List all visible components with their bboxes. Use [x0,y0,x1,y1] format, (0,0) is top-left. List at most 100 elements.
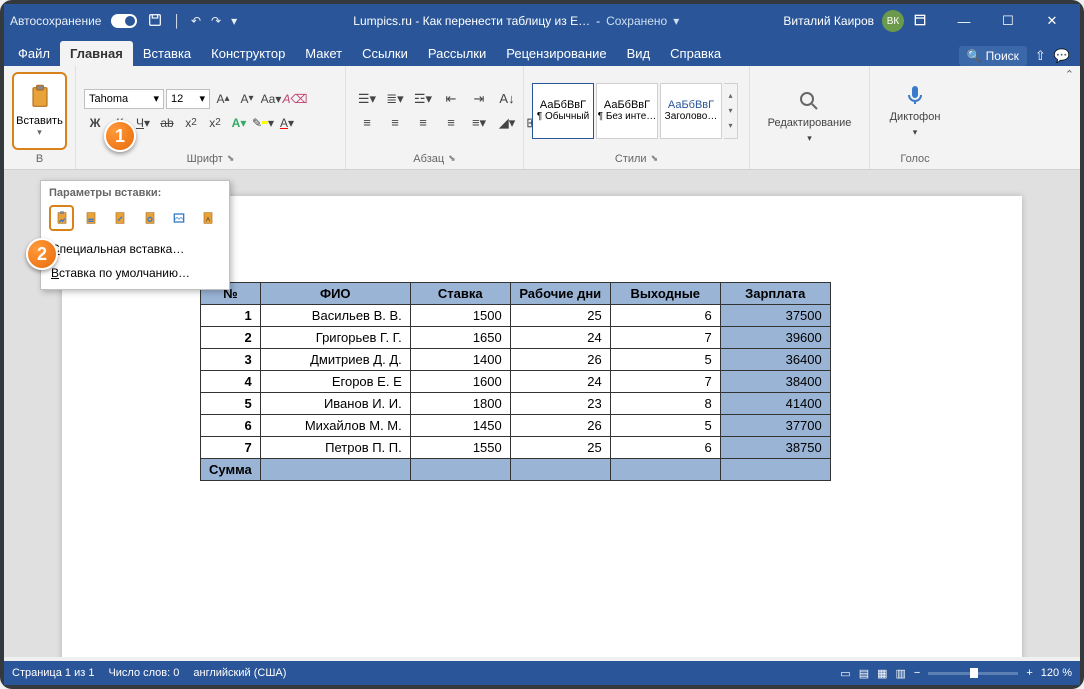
tab-file[interactable]: Файл [8,41,60,66]
tab-home[interactable]: Главная [60,41,133,66]
table-row: 4Егоров Е. Е160024738400 [201,371,831,393]
collapse-ribbon-icon[interactable]: ⌃ [1065,68,1074,81]
paste-picture-icon[interactable] [166,205,191,231]
multilevel-icon[interactable]: ☲▾ [410,89,436,109]
close-button[interactable]: ✕ [1030,4,1074,38]
avatar[interactable]: ВК [882,10,904,32]
styles-more-icon[interactable]: ▴▾▾ [724,83,738,139]
styles-dialog-launcher-icon[interactable]: ⬊ [651,153,659,165]
web-layout-icon[interactable]: ▥ [896,667,906,680]
paste-link-dest-icon[interactable] [137,205,162,231]
qat-customize-icon[interactable]: ▾ [231,14,237,28]
th-days: Рабочие дни [510,283,610,305]
share-icon[interactable]: ⇧ [1035,48,1046,64]
maximize-button[interactable]: ☐ [986,4,1030,38]
paste-label: Вставить [16,115,63,127]
shading-icon[interactable]: ◢▾ [494,113,520,133]
focus-mode-icon[interactable]: ▭ [840,667,850,680]
dictate-button[interactable]: Диктофон ▾ [884,79,947,142]
font-dialog-launcher-icon[interactable]: ⬊ [227,153,235,165]
callout-2: 2 [26,238,58,270]
text-effects-icon[interactable]: A▾ [228,113,250,133]
print-layout-icon[interactable]: ▦ [877,667,887,680]
grow-font-icon[interactable]: A▴ [212,89,234,109]
data-table: № ФИО Ставка Рабочие дни Выходные Зарпла… [200,282,831,481]
undo-icon[interactable]: ↶ [191,14,201,28]
highlight-icon[interactable]: ✎▾ [252,113,274,133]
font-color-icon[interactable]: A▾ [276,113,298,133]
styles-gallery[interactable]: АаБбВвГ¶ Обычный АаБбВвГ¶ Без инте… АаБб… [532,83,738,139]
save-icon[interactable] [147,12,163,31]
tab-view[interactable]: Вид [617,41,661,66]
zoom-in-icon[interactable]: + [1026,667,1032,679]
editing-button[interactable]: Редактирование ▾ [762,85,858,148]
comments-icon[interactable]: 💬 [1054,48,1070,64]
save-status: Сохранено [606,14,667,28]
numbering-icon[interactable]: ≣▾ [382,89,408,109]
tab-design[interactable]: Конструктор [201,41,295,66]
paste-link-source-icon[interactable] [108,205,133,231]
align-right-icon[interactable]: ≡ [410,113,436,133]
superscript-icon[interactable]: x2 [204,113,226,133]
status-language[interactable]: английский (США) [193,667,286,679]
paste-special-item[interactable]: ССпециальная вставка…пециальная вставка… [41,237,229,261]
subscript-icon[interactable]: x2 [180,113,202,133]
paste-keep-source-icon[interactable] [49,205,74,231]
ribbon: Вставить ▾ В Tahoma▾ 12▾ A▴ A▾ Aa▾ A⌫ Ж … [4,66,1080,170]
increase-indent-icon[interactable]: ⇥ [466,89,492,109]
read-mode-icon[interactable]: ▤ [859,667,869,680]
table-row: 6Михайлов М. М.145026537700 [201,415,831,437]
tab-help[interactable]: Справка [660,41,731,66]
font-size-combo[interactable]: 12▾ [166,89,210,109]
bold-icon[interactable]: Ж [84,113,106,133]
zoom-level[interactable]: 120 % [1041,667,1072,679]
justify-icon[interactable]: ≡ [438,113,464,133]
sort-icon[interactable]: A↓ [494,89,520,109]
align-left-icon[interactable]: ≡ [354,113,380,133]
minimize-button[interactable]: — [942,4,986,38]
paragraph-group-label: Абзац [413,153,444,165]
change-case-icon[interactable]: Aa▾ [260,89,282,109]
paste-use-dest-styles-icon[interactable] [78,205,103,231]
decrease-indent-icon[interactable]: ⇤ [438,89,464,109]
paragraph-dialog-launcher-icon[interactable]: ⬊ [448,153,456,165]
zoom-out-icon[interactable]: − [914,667,920,679]
voice-group-label: Голос [900,153,929,165]
clear-formatting-icon[interactable]: A⌫ [284,89,306,109]
line-spacing-icon[interactable]: ≡▾ [466,113,492,133]
status-page[interactable]: Страница 1 из 1 [12,667,94,679]
title-bar: Автосохранение │ ↶ ↷ ▾ Lumpics.ru - Как … [4,4,1080,38]
qat-divider: │ [173,14,181,28]
shrink-font-icon[interactable]: A▾ [236,89,258,109]
redo-icon[interactable]: ↷ [211,14,221,28]
status-bar: Страница 1 из 1 Число слов: 0 английский… [4,661,1080,685]
paste-text-only-icon[interactable]: A [196,205,221,231]
tab-references[interactable]: Ссылки [352,41,418,66]
th-rate: Ставка [410,283,510,305]
tab-review[interactable]: Рецензирование [496,41,616,66]
underline-icon[interactable]: Ч▾ [132,113,154,133]
paste-default-item[interactable]: ВВставка по умолчанию…ставка по умолчани… [41,261,229,285]
autosave-label: Автосохранение [10,14,101,28]
th-salary: Зарплата [720,283,830,305]
ribbon-options-icon[interactable] [912,12,928,31]
bullets-icon[interactable]: ☰▾ [354,89,380,109]
zoom-slider[interactable] [928,672,1018,675]
strikethrough-icon[interactable]: ab [156,113,178,133]
callout-1: 1 [104,120,136,152]
align-center-icon[interactable]: ≡ [382,113,408,133]
search-label: Поиск [986,49,1019,63]
search-box[interactable]: 🔍 Поиск [959,46,1027,66]
chevron-down-icon: ▾ [37,127,42,138]
autosave-toggle[interactable] [111,14,137,28]
style-normal[interactable]: АаБбВвГ¶ Обычный [532,83,594,139]
font-name-combo[interactable]: Tahoma▾ [84,89,164,109]
dictate-label: Диктофон [890,111,941,123]
style-heading1[interactable]: АаБбВвГЗаголово… [660,83,722,139]
tab-mailings[interactable]: Рассылки [418,41,496,66]
paste-button[interactable]: Вставить ▾ [12,72,67,150]
tab-insert[interactable]: Вставка [133,41,201,66]
tab-layout[interactable]: Макет [295,41,352,66]
status-words[interactable]: Число слов: 0 [108,667,179,679]
style-nospacing[interactable]: АаБбВвГ¶ Без инте… [596,83,658,139]
